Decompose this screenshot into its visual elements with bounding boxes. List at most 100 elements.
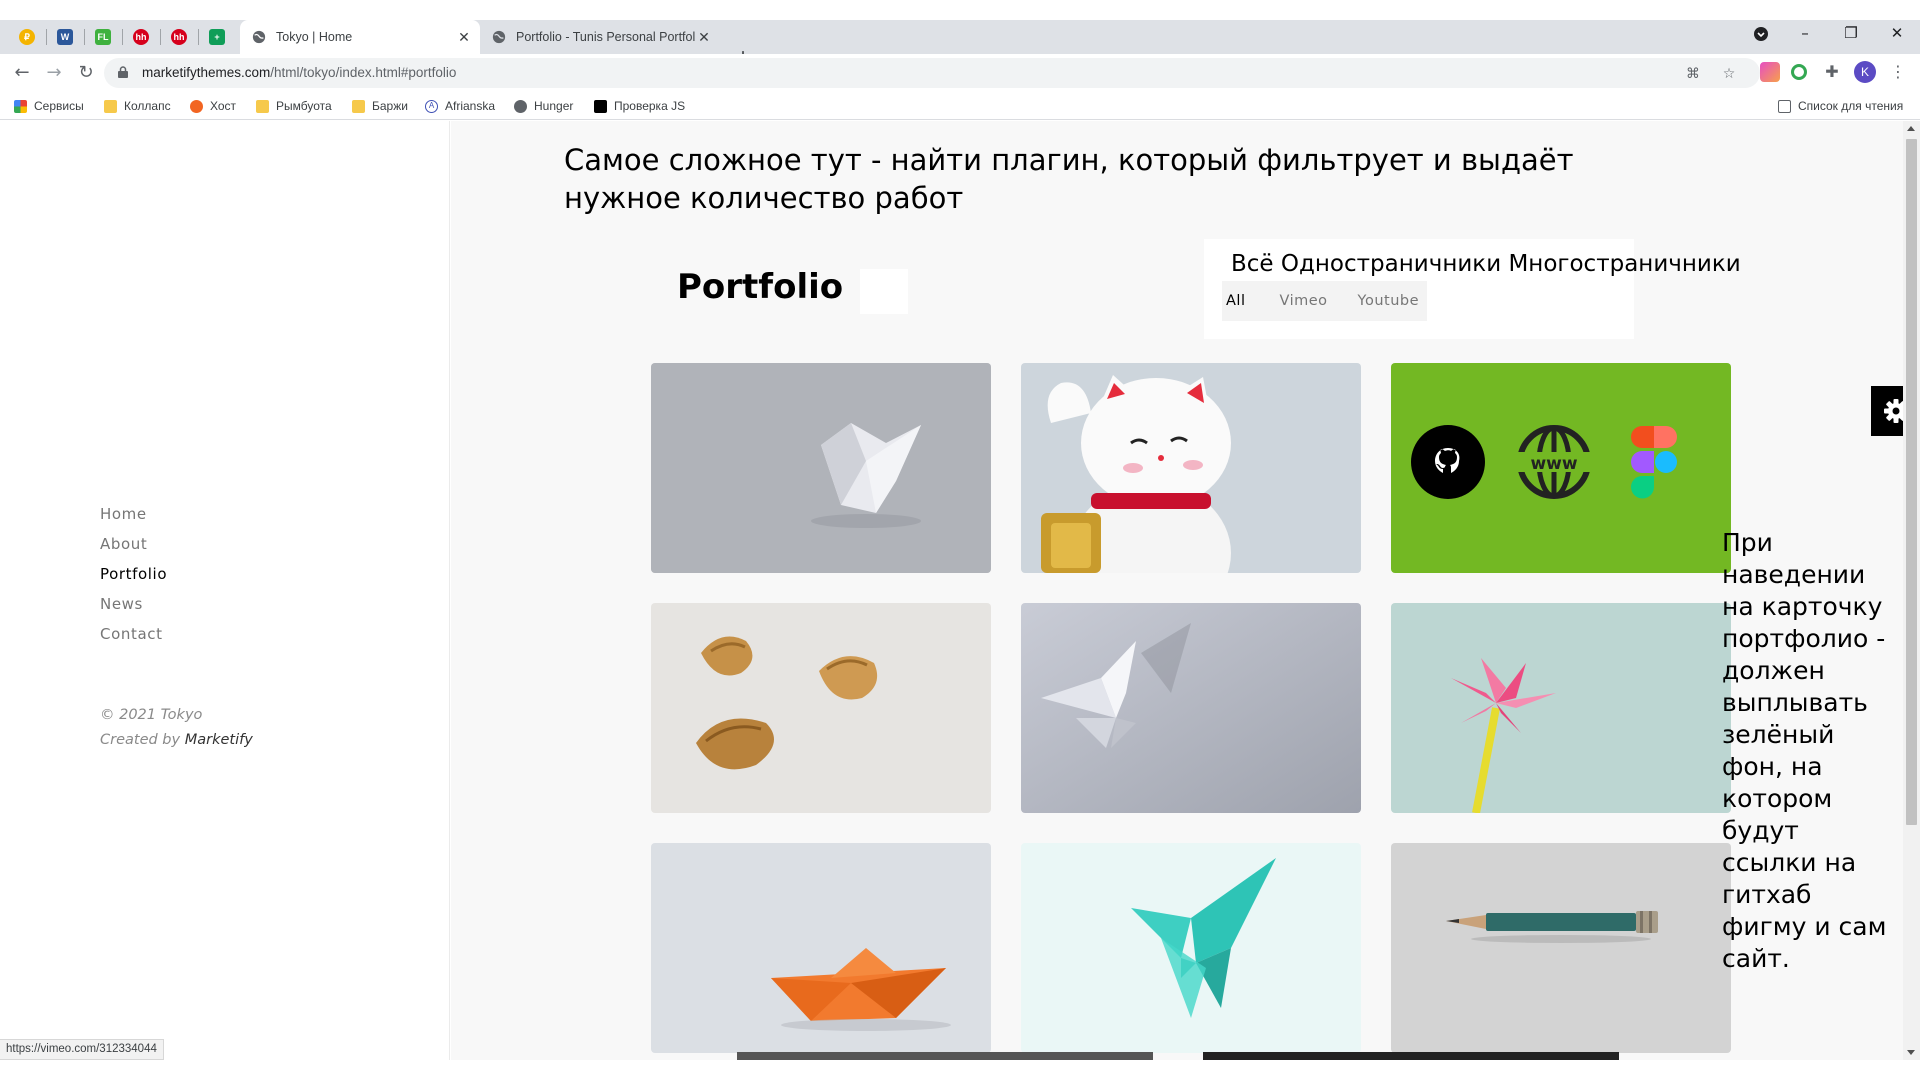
- hover-note: При наведении на карточку портфолио - до…: [1722, 528, 1887, 973]
- globe-icon: [252, 30, 266, 44]
- globe-icon: [492, 30, 506, 44]
- card-origami-white-box[interactable]: [651, 363, 991, 573]
- card-row-peek: [737, 1052, 1153, 1060]
- bookmark-label: Hunger: [534, 99, 574, 113]
- nav-item-about[interactable]: About: [100, 535, 167, 565]
- pinned-tab-sheets[interactable]: +: [206, 26, 228, 48]
- hh-icon: hh: [171, 29, 187, 45]
- pinned-tab-hh-2[interactable]: hh: [168, 26, 190, 48]
- pinned-tab-fl[interactable]: FL: [92, 26, 114, 48]
- paper-butterfly-image: [1021, 603, 1361, 813]
- card-paper-butterfly[interactable]: [1021, 603, 1361, 813]
- star-icon[interactable]: ☆: [1720, 65, 1738, 83]
- card-pink-lily[interactable]: [1391, 603, 1731, 813]
- copyright-block: © 2021 Tokyo Created by Marketify: [100, 703, 253, 753]
- restore-button[interactable]: ❐: [1836, 24, 1866, 42]
- tab-portfolio-tunis[interactable]: Portfolio - Tunis Personal Portfolio ✕: [480, 20, 720, 54]
- scroll-up-arrow[interactable]: [1907, 126, 1915, 131]
- bookmark-barzhi[interactable]: Баржи: [352, 98, 408, 114]
- nav-item-contact[interactable]: Contact: [100, 625, 167, 655]
- url-path: /html/tokyo/index.html#portfolio: [270, 65, 457, 80]
- portfolio-heading: Portfolio: [677, 267, 844, 307]
- minimize-button[interactable]: –: [1790, 24, 1820, 42]
- marketify-link[interactable]: Marketify: [185, 732, 253, 748]
- main-nav: Home About Portfolio News Contact: [100, 505, 167, 655]
- page-scrollbar[interactable]: [1903, 121, 1920, 1060]
- main-content: Самое сложное тут - найти плагин, которы…: [451, 121, 1903, 1060]
- nav-item-home[interactable]: Home: [100, 505, 167, 535]
- close-window-button[interactable]: ✕: [1882, 24, 1912, 42]
- bookmarks-bar: Сервисы Коллапс Хост Рымбуота Баржи A Af…: [0, 92, 1920, 120]
- pinned-tab-hh[interactable]: hh: [130, 26, 152, 48]
- copyright-text: © 2021 Tokyo: [100, 707, 203, 723]
- tab-tokyo-home[interactable]: Tokyo | Home ✕: [240, 20, 480, 54]
- filter-all[interactable]: All: [1226, 293, 1245, 309]
- bookmark-afrianska[interactable]: A Afrianska: [425, 98, 495, 114]
- tab-title: Tokyo | Home: [276, 30, 353, 44]
- card-lucky-cat[interactable]: [1021, 363, 1361, 573]
- card-paper-boat[interactable]: [651, 843, 991, 1053]
- scroll-down-arrow[interactable]: [1907, 1050, 1915, 1055]
- card-row-peek: [1203, 1052, 1619, 1060]
- www-globe: www: [1517, 425, 1591, 499]
- left-sidebar: Home About Portfolio News Contact © 2021…: [0, 121, 450, 1060]
- extensions-puzzle-icon[interactable]: ✚: [1822, 62, 1842, 82]
- nav-item-portfolio[interactable]: Portfolio: [100, 565, 167, 595]
- pinned-tab-word[interactable]: W: [54, 26, 76, 48]
- filter-vimeo[interactable]: Vimeo: [1279, 293, 1327, 309]
- bookmark-host[interactable]: Хост: [190, 98, 236, 114]
- note-title: Самое сложное тут - найти плагин, которы…: [564, 143, 1574, 215]
- url-text: marketifythemes.com/html/tokyo/index.htm…: [142, 65, 456, 80]
- reload-button[interactable]: ↻: [74, 62, 98, 84]
- teal-butterfly-image: [1021, 843, 1361, 1053]
- web-page: Home About Portfolio News Contact © 2021…: [0, 121, 1920, 1060]
- filter-youtube[interactable]: Youtube: [1358, 293, 1420, 309]
- card-links-hover[interactable]: www: [1391, 363, 1731, 573]
- pinned-divider: [46, 29, 47, 45]
- github-icon[interactable]: [1411, 425, 1485, 499]
- pencil-image: [1391, 843, 1731, 1053]
- back-button[interactable]: ←: [10, 62, 34, 84]
- bookmark-services[interactable]: Сервисы: [14, 98, 84, 114]
- www-icon[interactable]: www: [1517, 425, 1591, 499]
- sheets-icon: +: [209, 29, 225, 45]
- extension-colorful-icon[interactable]: [1760, 62, 1780, 82]
- pinned-divider: [122, 29, 123, 45]
- created-by-line: Created by Marketify: [100, 728, 253, 753]
- bookmark-rymbuota[interactable]: Рымбуота: [256, 98, 332, 114]
- folder-icon: [352, 99, 365, 113]
- card-pencil[interactable]: [1391, 843, 1731, 1053]
- nav-item-news[interactable]: News: [100, 595, 167, 625]
- created-by-prefix: Created by: [100, 732, 181, 748]
- figma-icon[interactable]: [1629, 425, 1681, 501]
- address-bar[interactable]: marketifythemes.com/html/tokyo/index.htm…: [104, 58, 1760, 88]
- bookmark-kollaps[interactable]: Коллапс: [104, 98, 171, 114]
- browser-menu-icon[interactable]: ⋮: [1888, 62, 1908, 82]
- bookmark-label: Баржи: [372, 99, 408, 113]
- bookmark-hunger[interactable]: Hunger: [514, 98, 573, 114]
- close-icon[interactable]: ✕: [456, 29, 472, 45]
- word-icon: W: [57, 29, 73, 45]
- host-icon: [190, 99, 203, 113]
- ruble-coin-icon: ₽: [19, 29, 35, 45]
- pinned-tab-ruble[interactable]: ₽: [16, 26, 38, 48]
- fl-icon: FL: [95, 29, 111, 45]
- github-mark: [1435, 448, 1460, 473]
- close-icon[interactable]: ✕: [696, 29, 712, 45]
- globe-icon: [514, 99, 527, 113]
- letter-a-icon: A: [425, 99, 438, 113]
- profile-avatar[interactable]: K: [1854, 61, 1876, 83]
- figma-logo: [1631, 426, 1677, 499]
- card-fortune-cookies[interactable]: [651, 603, 991, 813]
- card-teal-butterfly[interactable]: [1021, 843, 1361, 1053]
- reading-list-button[interactable]: Список для чтения: [1778, 98, 1903, 114]
- extension-green-ring-icon[interactable]: [1791, 64, 1807, 80]
- bookmark-proverka-js[interactable]: Проверка JS: [594, 98, 685, 114]
- scroll-thumb[interactable]: [1906, 139, 1917, 825]
- chevron-down-circle-icon: [1754, 27, 1768, 41]
- bookmark-label: Хост: [210, 99, 237, 113]
- forward-button[interactable]: →: [42, 62, 66, 84]
- tab-search-button[interactable]: [1746, 26, 1776, 46]
- translate-icon[interactable]: ⌘: [1684, 65, 1702, 83]
- bookmark-label: Afrianska: [445, 99, 496, 113]
